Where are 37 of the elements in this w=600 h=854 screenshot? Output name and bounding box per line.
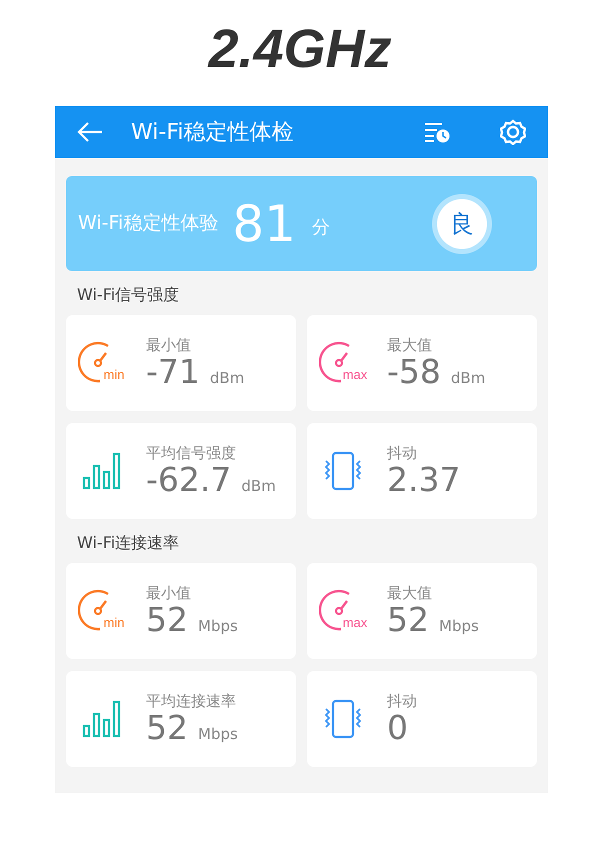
metric-label: 抖动 bbox=[387, 444, 418, 462]
app-title: Wi-Fi稳定性体检 bbox=[131, 118, 294, 146]
metric-label: 抖动 bbox=[387, 692, 417, 710]
section-title: Wi-Fi连接速率 bbox=[77, 533, 180, 553]
signal-bars-icon bbox=[82, 700, 122, 738]
signal-bars-icon bbox=[82, 452, 122, 490]
metric-unit: dBm bbox=[450, 368, 486, 389]
metric-label: 平均信号强度 bbox=[146, 444, 237, 462]
metric-unit: Mbps bbox=[198, 724, 238, 745]
metric-value: -58 bbox=[387, 354, 441, 390]
back-icon[interactable] bbox=[77, 121, 103, 143]
metric-unit: Mbps bbox=[198, 616, 238, 637]
score-label: Wi-Fi稳定性体验 bbox=[78, 211, 218, 236]
metric-value: 0 bbox=[387, 710, 408, 746]
section-title: Wi-Fi信号强度 bbox=[77, 285, 180, 305]
score-unit: 分 bbox=[312, 216, 330, 240]
metric-value: -62.7 bbox=[146, 462, 232, 498]
history-icon[interactable] bbox=[424, 121, 450, 143]
caption: 2.4GHz bbox=[206, 22, 393, 76]
metric-label: 最小值 bbox=[146, 584, 192, 602]
metric-unit: dBm bbox=[210, 368, 244, 389]
metric-value: 52 bbox=[387, 602, 429, 638]
vibrating-phone-icon bbox=[323, 699, 363, 739]
metric-label: 最大值 bbox=[387, 336, 433, 354]
metric-label: 最大值 bbox=[387, 584, 433, 602]
vibrating-phone-icon bbox=[323, 451, 363, 491]
metric-unit: dBm bbox=[241, 476, 276, 497]
metric-value: 52 bbox=[146, 602, 188, 638]
settings-icon[interactable] bbox=[500, 119, 526, 145]
metric-unit: Mbps bbox=[439, 616, 479, 637]
metric-value: 52 bbox=[146, 710, 188, 746]
metric-label: 最小值 bbox=[146, 336, 192, 354]
metric-value: -71 bbox=[146, 354, 200, 390]
grade-badge: 良 bbox=[437, 198, 487, 248]
metric-value: 2.37 bbox=[387, 462, 460, 498]
score-value: 81 bbox=[232, 198, 296, 248]
metric-label: 平均连接速率 bbox=[146, 692, 237, 710]
